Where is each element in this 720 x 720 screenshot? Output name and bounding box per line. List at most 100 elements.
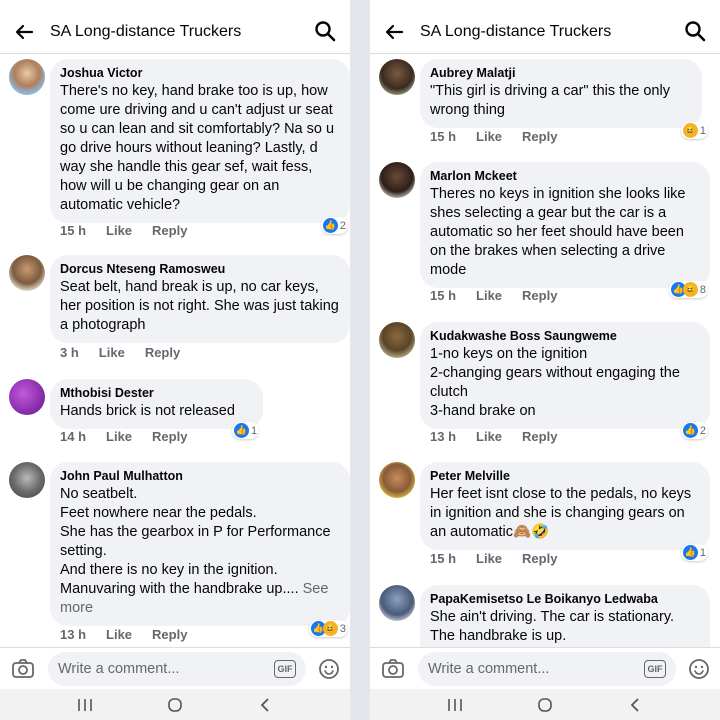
- comment: Joshua Victor There's no key, hand brake…: [0, 59, 350, 249]
- header: SA Long-distance Truckers: [370, 10, 720, 54]
- gif-button[interactable]: GIF: [644, 659, 666, 678]
- like-button[interactable]: Like: [476, 551, 502, 566]
- like-icon: 👍: [682, 545, 698, 560]
- screens: SA Long-distance Truckers Joshua Victor …: [0, 0, 720, 720]
- comment-author[interactable]: PapaKemisetso Le Boikanyo Ledwaba: [430, 591, 700, 608]
- avatar[interactable]: [379, 585, 415, 621]
- like-button[interactable]: Like: [106, 223, 132, 238]
- comment-bubble: John Paul Mulhatton No seatbelt. Feet no…: [50, 462, 350, 626]
- camera-icon[interactable]: [10, 656, 36, 682]
- like-icon: 👍: [682, 423, 698, 438]
- haha-icon: 😆: [682, 282, 698, 297]
- reaction-summary[interactable]: 👍 2: [320, 217, 348, 234]
- comment-text: 1-no keys on the ignition 2-changing gea…: [430, 346, 680, 419]
- comment: Dorcus Nteseng Ramosweu Seat belt, hand …: [0, 255, 350, 371]
- comment-author[interactable]: Dorcus Nteseng Ramosweu: [60, 261, 340, 278]
- reply-button[interactable]: Reply: [522, 129, 557, 144]
- search-icon[interactable]: [684, 20, 708, 44]
- system-nav-bar: [370, 689, 720, 720]
- comment-author[interactable]: Aubrey Malatji: [430, 65, 692, 82]
- comment-input[interactable]: Write a comment... GIF: [48, 651, 306, 686]
- reaction-count: 2: [339, 219, 346, 232]
- avatar[interactable]: [9, 59, 45, 95]
- comment-bubble: Kudakwashe Boss Saungweme 1-no keys on t…: [420, 322, 710, 429]
- reply-button[interactable]: Reply: [522, 551, 557, 566]
- reaction-count: 1: [251, 424, 258, 437]
- comment-bubble: Dorcus Nteseng Ramosweu Seat belt, hand …: [50, 255, 350, 343]
- gif-button[interactable]: GIF: [274, 659, 296, 678]
- comment-list: Aubrey Malatji "This girl is driving a c…: [370, 55, 720, 647]
- comment-meta: 15 h Like Reply: [430, 551, 557, 566]
- emoji-icon[interactable]: [688, 658, 710, 680]
- back-arrow-icon[interactable]: [382, 20, 406, 44]
- comment-author[interactable]: Marlon Mckeet: [430, 168, 700, 185]
- reaction-summary[interactable]: 👍 1: [232, 422, 260, 439]
- reaction-summary[interactable]: 😆 1: [680, 122, 708, 139]
- like-button[interactable]: Like: [106, 627, 132, 642]
- reply-button[interactable]: Reply: [522, 429, 557, 444]
- recent-apps-icon[interactable]: [65, 695, 105, 715]
- avatar[interactable]: [379, 322, 415, 358]
- reply-button[interactable]: Reply: [152, 429, 187, 444]
- avatar[interactable]: [379, 162, 415, 198]
- comment-placeholder: Write a comment...: [428, 660, 550, 677]
- comment-author[interactable]: Joshua Victor: [60, 65, 340, 82]
- back-nav-icon[interactable]: [615, 695, 655, 715]
- like-icon: 👍: [234, 423, 249, 438]
- comment-composer: Write a comment... GIF: [370, 647, 720, 689]
- comment-meta: 13 h Like Reply: [60, 627, 187, 642]
- reply-button[interactable]: Reply: [152, 627, 187, 642]
- comment-input[interactable]: Write a comment... GIF: [418, 651, 676, 686]
- comment-time: 15 h: [60, 223, 87, 238]
- home-icon[interactable]: [525, 695, 565, 715]
- comment-meta: 15 h Like Reply: [430, 129, 557, 144]
- camera-icon[interactable]: [380, 656, 406, 682]
- like-button[interactable]: Like: [106, 429, 132, 444]
- avatar[interactable]: [9, 379, 45, 415]
- reaction-summary[interactable]: 👍 😆 8: [668, 281, 708, 298]
- recent-apps-icon[interactable]: [435, 695, 475, 715]
- back-arrow-icon[interactable]: [12, 20, 36, 44]
- comment: Kudakwashe Boss Saungweme 1-no keys on t…: [370, 322, 720, 454]
- comment-meta: 15 h Like Reply: [60, 223, 187, 238]
- comment-author[interactable]: John Paul Mulhatton: [60, 468, 340, 485]
- comment-meta: 3 h Like Reply: [60, 345, 180, 360]
- comment-author[interactable]: Kudakwashe Boss Saungweme: [430, 328, 700, 345]
- reaction-summary[interactable]: 👍 1: [680, 544, 708, 561]
- comment-bubble: Joshua Victor There's no key, hand brake…: [50, 59, 350, 223]
- reaction-summary[interactable]: 👍 2: [680, 422, 708, 439]
- comment-text: No seatbelt. Feet nowhere near the pedal…: [60, 485, 340, 618]
- back-nav-icon[interactable]: [245, 695, 285, 715]
- like-button[interactable]: Like: [99, 345, 125, 360]
- comment-bubble: Marlon Mckeet Theres no keys in ignition…: [420, 162, 710, 288]
- search-icon[interactable]: [314, 20, 338, 44]
- reply-button[interactable]: Reply: [152, 223, 187, 238]
- like-button[interactable]: Like: [476, 429, 502, 444]
- comment-author[interactable]: Mthobisi Dester: [60, 385, 253, 402]
- like-button[interactable]: Like: [476, 129, 502, 144]
- comment-bubble: Aubrey Malatji "This girl is driving a c…: [420, 59, 702, 128]
- reply-button[interactable]: Reply: [522, 288, 557, 303]
- reply-button[interactable]: Reply: [145, 345, 180, 360]
- comment: John Paul Mulhatton No seatbelt. Feet no…: [0, 462, 350, 647]
- avatar[interactable]: [379, 462, 415, 498]
- reaction-count: 1: [699, 546, 706, 559]
- comment-text: Her feet isnt close to the pedals, no ke…: [430, 486, 692, 540]
- like-button[interactable]: Like: [476, 288, 502, 303]
- comment-time: 3 h: [60, 345, 79, 360]
- comment-time: 15 h: [430, 288, 457, 303]
- home-icon[interactable]: [155, 695, 195, 715]
- comment-author[interactable]: Peter Melville: [430, 468, 700, 485]
- comment-text-body: No seatbelt. Feet nowhere near the pedal…: [60, 486, 331, 597]
- reaction-summary[interactable]: 👍 😆 3: [308, 620, 348, 637]
- comment: PapaKemisetso Le Boikanyo Ledwaba She ai…: [370, 585, 720, 647]
- comment-bubble: Peter Melville Her feet isnt close to th…: [420, 462, 710, 550]
- comment: Marlon Mckeet Theres no keys in ignition…: [370, 162, 720, 312]
- avatar[interactable]: [9, 462, 45, 498]
- avatar[interactable]: [9, 255, 45, 291]
- comment-text: Seat belt, hand break is up, no car keys…: [60, 279, 339, 333]
- emoji-icon[interactable]: [318, 658, 340, 680]
- comment: Mthobisi Dester Hands brick is not relea…: [0, 379, 350, 454]
- avatar[interactable]: [379, 59, 415, 95]
- comment-list: Joshua Victor There's no key, hand brake…: [0, 55, 350, 647]
